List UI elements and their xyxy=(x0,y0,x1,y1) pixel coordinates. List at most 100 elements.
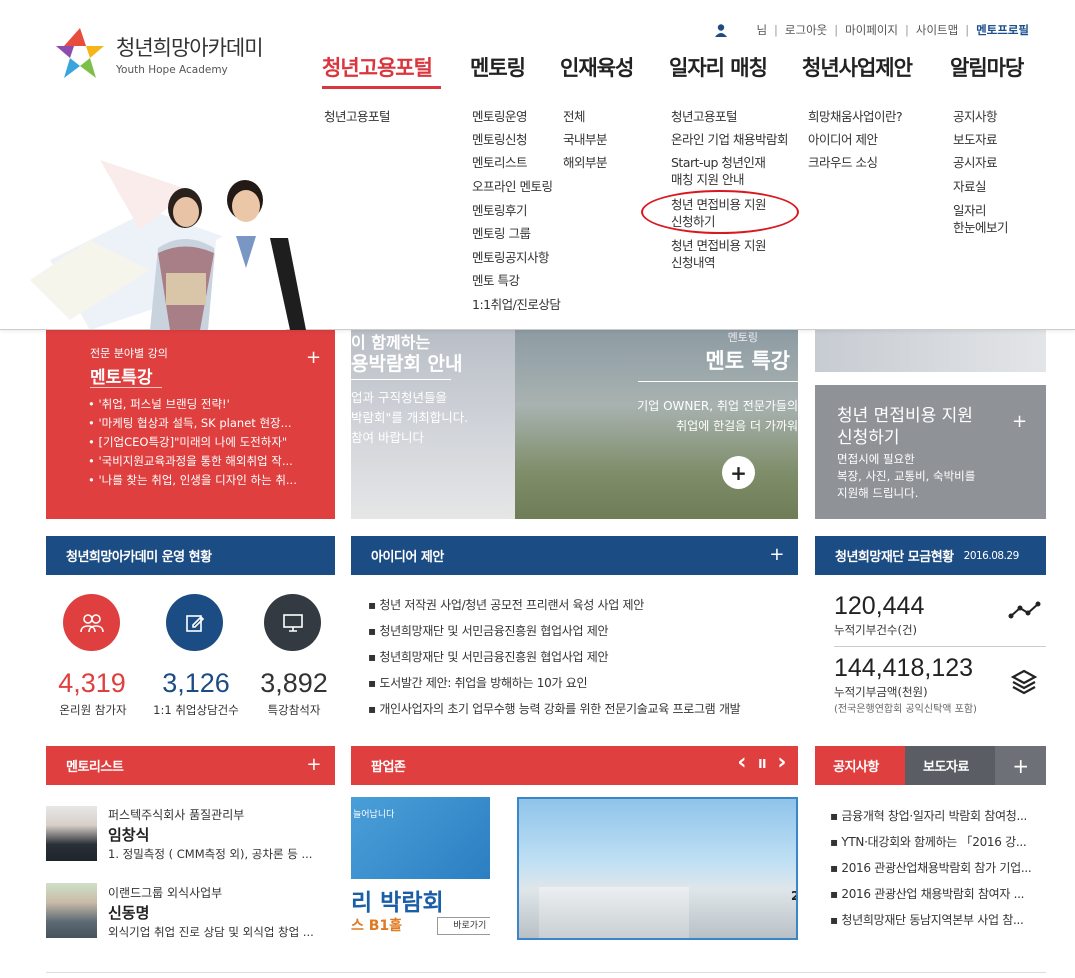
hero-people-image xyxy=(150,180,306,330)
mentor-special-banner[interactable]: 멘토링 멘토 특강 기업 OWNER, 취업 전문가들의 취업에 한걸음 더 가… xyxy=(515,329,798,519)
fund-panel-header: 청년희망재단 모금현황 2016.08.29 xyxy=(815,536,1046,575)
popup-banner-left[interactable]: 늘어납니다 리 박람회 스 B1홀 바로가기 › xyxy=(351,797,490,940)
submenu-1on1-consult[interactable]: 1:1취업/진로상담 xyxy=(472,296,561,313)
submenu-online-job-fair[interactable]: 온라인 기업 채용박람회 xyxy=(671,131,788,148)
mentor-name[interactable]: 임창식 xyxy=(108,824,149,845)
mentor-special-plus-button[interactable]: + xyxy=(722,456,755,489)
gnb-youth-employment-portal[interactable]: 청년고용포털 xyxy=(322,52,433,82)
submenu-mentoring-notice[interactable]: 멘토링공지사항 xyxy=(472,249,550,266)
submenu-archive[interactable]: 자료실 xyxy=(953,178,987,195)
submenu-job-portal[interactable]: 청년고용포털 xyxy=(671,108,738,125)
consult-label: 1:1 취업상담건수 xyxy=(153,703,239,717)
lecture-count: 3,892 xyxy=(260,668,328,698)
idea-item[interactable]: ▪ 도서발간 제안: 취업을 방해하는 10가 요인 xyxy=(368,670,740,696)
submenu-offline-mentoring[interactable]: 오프라인 멘토링 xyxy=(472,178,553,195)
jobfair-banner[interactable]: 이 함께하는 용박람회 안내 업과 구직청년들을 박람회"를 개최합니다. 참여… xyxy=(351,329,515,519)
participants-label: 온리원 참가자 xyxy=(59,703,127,717)
mentor-lecture-item[interactable]: • '국비지원교육과정을 통한 해외취업 작... xyxy=(88,452,298,471)
tab-notice[interactable]: 공지사항 xyxy=(815,746,905,785)
mentor-lecture-item[interactable]: • '취업, 퍼스널 브랜딩 전략!' xyxy=(88,395,298,414)
header-mega-menu: 청년희망아카데미 Youth Hope Academy 님 | 로그아웃 | 마… xyxy=(0,0,1075,330)
submenu-interview-cost-history[interactable]: 청년 면접비용 지원 신청내역 xyxy=(671,237,766,271)
popup-building xyxy=(539,887,689,938)
mentor-special-title: 멘토 특강 xyxy=(705,349,790,373)
mentor-lecture-underline xyxy=(90,387,162,388)
submenu-domestic[interactable]: 국내부분 xyxy=(563,131,608,148)
mentor-name[interactable]: 신동명 xyxy=(108,902,149,923)
submenu-mentor-lecture[interactable]: 멘토 특강 xyxy=(472,272,520,289)
gnb-job-matching[interactable]: 일자리 매칭 xyxy=(669,52,768,82)
notice-item[interactable]: ▪ YTN·대강회와 함께하는 「2016 강... xyxy=(830,829,1050,855)
mentor-lecture-item[interactable]: • [기업CEO특강]"미래의 나에 도전하자" xyxy=(88,433,298,452)
gnb-notice-board[interactable]: 알림마당 xyxy=(950,52,1024,82)
submenu-notices[interactable]: 공지사항 xyxy=(953,108,998,125)
interview-support-plus-button[interactable]: + xyxy=(1012,411,1027,432)
popup-banner-right[interactable]: 2 xyxy=(517,797,798,940)
util-mypage-link[interactable]: 마이페이지 xyxy=(845,22,898,38)
logo[interactable]: 청년희망아카데미 Youth Hope Academy xyxy=(54,26,294,82)
interview-support-box[interactable]: 청년 면접비용 지원 신청하기 + 면접시에 필요한 복장, 사진, 교통비, … xyxy=(815,385,1046,519)
fund-divider xyxy=(834,646,1046,647)
submenu-mentoring-review[interactable]: 멘토링후기 xyxy=(472,202,528,219)
idea-plus-button[interactable]: + xyxy=(769,544,784,565)
submenu-idea-proposal[interactable]: 아이디어 제안 xyxy=(808,131,878,148)
submenu-hope-project-intro[interactable]: 희망채움사업이란? xyxy=(808,108,903,125)
popup-next-button[interactable]: › xyxy=(777,750,786,775)
idea-item[interactable]: ▪ 개인사업자의 초기 업무수행 능력 강화를 위한 전문기술교육 프로그램 개… xyxy=(368,696,741,722)
idea-item[interactable]: ▪ 청년 저작권 사업/청년 공모전 프리랜서 육성 사업 제안 xyxy=(368,592,740,618)
submenu-press[interactable]: 보도자료 xyxy=(953,131,998,148)
notice-item[interactable]: ▪ 2016 관광산업채용박람회 참가 기업... xyxy=(830,855,1050,881)
idea-item[interactable]: ▪ 청년희망재단 및 서민금융진흥원 협업사업 제안 xyxy=(368,618,740,644)
status-panel-title: 청년희망아카데미 운영 현황 xyxy=(66,550,212,565)
gnb-youth-project-proposal[interactable]: 청년사업제안 xyxy=(802,52,913,82)
submenu-startup-matching-line1: Start-up 청년인재 xyxy=(671,155,766,170)
submenu-mentor-list[interactable]: 멘토리스트 xyxy=(472,154,528,171)
mentor-lecture-plus-button[interactable]: + xyxy=(306,347,321,368)
notice-plus-button[interactable]: + xyxy=(995,746,1046,785)
gnb-talent-development[interactable]: 인재육성 xyxy=(560,52,634,82)
notice-item[interactable]: ▪ 2016 관광산업 채용박람회 참여자 ... xyxy=(830,881,1050,907)
submenu-startup-matching-line2: 매칭 지원 안내 xyxy=(671,172,744,187)
submenu-crowdsourcing[interactable]: 크라우드 소싱 xyxy=(808,154,878,171)
lecture-label: 특강참석자 xyxy=(267,703,321,717)
mentorlist-panel-header[interactable]: 멘토리스트 + xyxy=(46,746,335,785)
lecture-circle xyxy=(264,594,321,651)
popup-panel-title: 팝업존 xyxy=(371,760,406,775)
mentor-lecture-title: 멘토특강 xyxy=(90,368,153,388)
notice-item[interactable]: ▪ 금융개혁 창업·일자리 박람회 참여청... xyxy=(830,803,1050,829)
popup-side-number: 2 xyxy=(791,889,796,903)
jobfair-banner-line3: 업과 구직청년들을 xyxy=(351,390,447,405)
idea-panel-header[interactable]: 아이디어 제안 + xyxy=(351,536,798,575)
idea-list: ▪ 청년 저작권 사업/청년 공모전 프리랜서 육성 사업 제안 ▪ 청년희망재… xyxy=(368,592,741,722)
mentor-lecture-item[interactable]: • '나를 찾는 취업, 인생을 디자인 하는 취... xyxy=(88,471,298,490)
util-logout-link[interactable]: 로그아웃 xyxy=(785,22,827,38)
submenu-mentoring-operation[interactable]: 멘토링운영 xyxy=(472,108,528,125)
mentor-org: 퍼스텍주식회사 품질관리부 xyxy=(108,808,245,822)
tab-press[interactable]: 보도자료 xyxy=(905,746,995,785)
submenu-jobs-overview[interactable]: 일자리 한눈에보기 xyxy=(953,202,1009,236)
util-separator: | xyxy=(965,23,970,37)
submenu-mentoring-apply[interactable]: 멘토링신청 xyxy=(472,131,528,148)
right-top-banner[interactable] xyxy=(815,329,1046,372)
mentor-avatar[interactable] xyxy=(46,806,97,861)
idea-item[interactable]: ▪ 청년희망재단 및 서민금융진흥원 협업사업 제안 xyxy=(368,644,740,670)
submenu-disclosure[interactable]: 공시자료 xyxy=(953,154,998,171)
popup-pause-button[interactable]: II xyxy=(758,757,766,771)
group-icon xyxy=(79,613,104,632)
submenu-overseas[interactable]: 해외부분 xyxy=(563,154,608,171)
submenu-startup-matching[interactable]: Start-up 청년인재 매칭 지원 안내 xyxy=(671,154,766,188)
popup-banner-button[interactable]: 바로가기 › xyxy=(437,917,490,935)
popup-prev-button[interactable]: ‹ xyxy=(737,750,746,775)
mentorlist-plus-button[interactable]: + xyxy=(306,754,321,775)
mentor-lecture-box[interactable]: 전문 분야별 강의 멘토특강 + • '취업, 퍼스널 브랜딩 전략!' • '… xyxy=(46,329,335,519)
submenu-mentoring-group[interactable]: 멘토링 그룹 xyxy=(472,225,531,242)
consult-count: 3,126 xyxy=(162,668,230,698)
util-mentor-profile-link[interactable]: 멘토프로필 xyxy=(976,22,1029,38)
util-sitemap-link[interactable]: 사이트맵 xyxy=(916,22,958,38)
submenu-youth-portal[interactable]: 청년고용포털 xyxy=(324,108,391,125)
notice-item[interactable]: ▪ 청년희망재단 동남지역본부 사업 참... xyxy=(830,907,1050,933)
gnb-mentoring[interactable]: 멘토링 xyxy=(470,52,526,82)
mentor-lecture-item[interactable]: • '마케팅 협상과 설득, SK planet 현장... xyxy=(88,414,298,433)
mentor-avatar[interactable] xyxy=(46,883,97,938)
submenu-all[interactable]: 전체 xyxy=(563,108,586,125)
